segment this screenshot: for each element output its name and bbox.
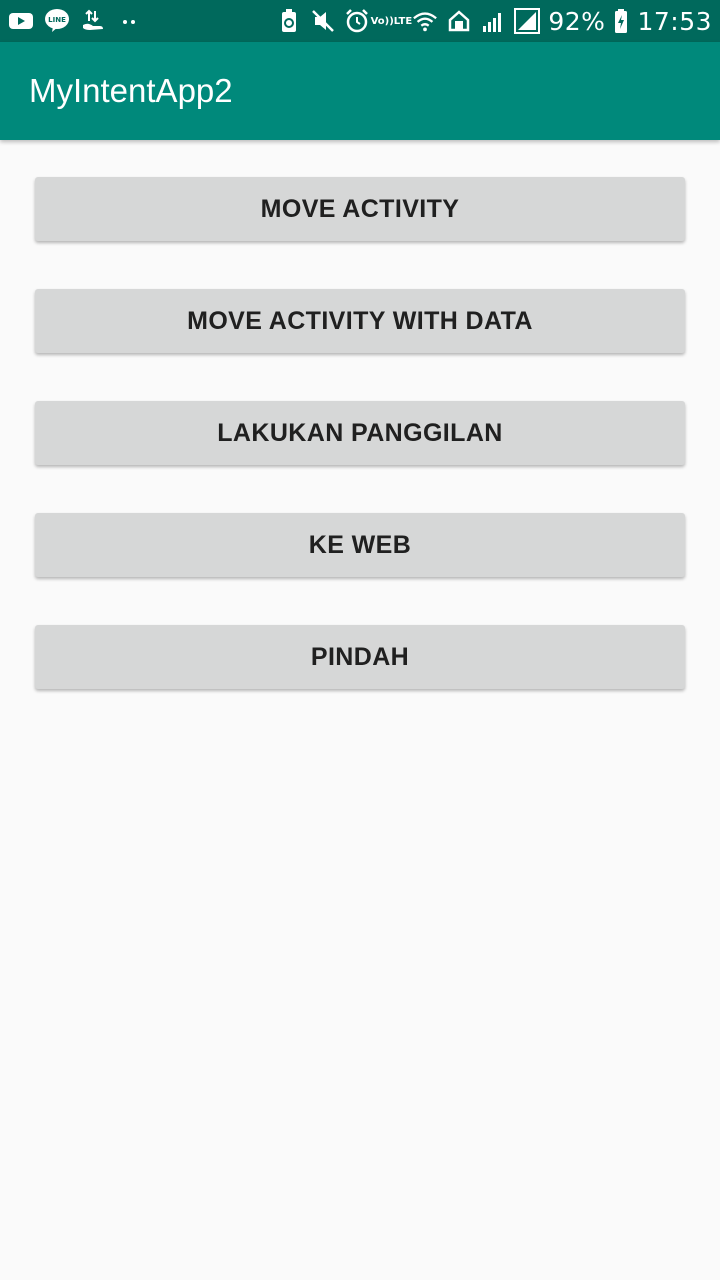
line-icon: LINE	[44, 8, 70, 34]
volte-label-top: Vo))	[370, 15, 394, 27]
status-time: 17:53	[637, 6, 712, 36]
battery-charging-icon	[613, 8, 629, 34]
volte-icon: Vo)) LTE	[371, 8, 413, 34]
recycle-icon	[276, 8, 302, 34]
mute-icon	[310, 8, 336, 34]
volte-label-bottom: LTE	[393, 15, 413, 27]
app-title: MyIntentApp2	[29, 72, 233, 109]
battery-percent: 92%	[548, 6, 606, 36]
sync-icon	[446, 8, 472, 34]
status-bar: LINE Vo)) LTE 92% 17:53	[0, 0, 720, 42]
lakukan-panggilan-button[interactable]: LAKUKAN PANGGILAN	[35, 401, 685, 465]
status-right-icons: Vo)) LTE 92% 17:53	[276, 7, 712, 36]
alarm-icon	[344, 8, 370, 34]
app-bar: MyIntentApp2	[0, 42, 720, 140]
signal-icon-2	[514, 8, 541, 34]
wifi-icon	[412, 8, 438, 34]
signal-icon	[480, 8, 506, 34]
ke-web-button[interactable]: KE WEB	[35, 513, 685, 577]
dots-icon	[116, 8, 142, 34]
svg-text:LINE: LINE	[48, 16, 66, 24]
transfer-icon	[80, 8, 106, 34]
move-activity-button[interactable]: MOVE ACTIVITY	[35, 177, 685, 241]
youtube-icon	[8, 8, 34, 34]
pindah-button[interactable]: PINDAH	[35, 625, 685, 689]
status-left-icons: LINE	[8, 8, 142, 34]
move-activity-with-data-button[interactable]: MOVE ACTIVITY WITH DATA	[35, 289, 685, 353]
